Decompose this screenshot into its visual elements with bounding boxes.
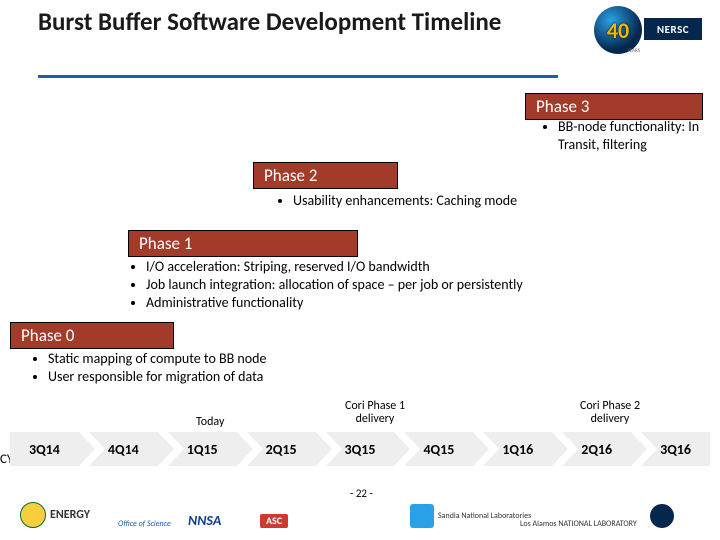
list-item: I/O acceleration: Striping, reserved I/O… [146, 258, 688, 276]
phase0-box: Phase 0 [10, 322, 174, 349]
quarter-chevron: 1Q15 [168, 432, 237, 466]
logo-sandia: Sandia National Laboratories [410, 504, 531, 528]
logo-asc: ASC [260, 514, 288, 528]
phase2-box: Phase 2 [253, 162, 398, 189]
quarter-chevron: 3Q16 [641, 432, 710, 466]
label-cori1: Cori Phase 1 delivery [340, 400, 410, 426]
phase2-bullets: Usability enhancements: Caching mode [275, 192, 705, 210]
list-item: Job launch integration: allocation of sp… [146, 276, 688, 294]
list-item: Usability enhancements: Caching mode [293, 192, 705, 210]
quarter-chevron: 3Q15 [326, 432, 395, 466]
quarter-chevron: 1Q16 [483, 432, 552, 466]
logo-doe: ENERGY [20, 502, 90, 528]
phase1-box: Phase 1 [128, 230, 358, 257]
title-underline [38, 75, 558, 78]
phase3-box: Phase 3 [525, 93, 703, 120]
list-item: User responsible for migration of data [48, 368, 460, 386]
footer: - 22 - ENERGY Office of Science NNSA ASC… [0, 482, 720, 532]
slide: Burst Buffer Software Development Timeli… [0, 0, 720, 540]
quarter-chevron: 3Q14 [10, 432, 79, 466]
lab-icon [650, 504, 674, 528]
list-item: BB-node functionality: In Transit, filte… [558, 118, 710, 154]
label-cori2: Cori Phase 2 delivery [575, 400, 645, 426]
nersc-logo: NERSC [644, 18, 702, 40]
seal-icon [20, 502, 46, 528]
anniversary-text: YEARS [627, 48, 640, 54]
phase0-bullets: Static mapping of compute to BB node Use… [30, 350, 460, 386]
quarter-chevron: 4Q14 [89, 432, 158, 466]
timeline: 3Q14 4Q14 1Q15 2Q15 3Q15 4Q15 1Q16 2Q16 … [10, 432, 710, 466]
label-today: Today [196, 416, 224, 429]
quarter-chevron: 2Q15 [247, 432, 316, 466]
logo-lanl: Los Alamos NATIONAL LABORATORY [520, 520, 637, 528]
phase3-bullets: BB-node functionality: In Transit, filte… [540, 118, 710, 154]
quarter-chevron: 4Q15 [404, 432, 473, 466]
list-item: Static mapping of compute to BB node [48, 350, 460, 368]
page-number: - 22 - [350, 487, 373, 500]
page-title: Burst Buffer Software Development Timeli… [38, 8, 501, 37]
anniversary-number: 40 [607, 17, 629, 44]
list-item: Administrative functionality [146, 294, 688, 312]
logo-office-science: Office of Science [118, 520, 171, 528]
anniversary-badge: 40 [594, 6, 642, 54]
phase1-bullets: I/O acceleration: Striping, reserved I/O… [128, 258, 688, 313]
quarter-chevron: 2Q16 [562, 432, 631, 466]
logo-lbnl [650, 504, 674, 528]
thunderbird-icon [410, 504, 434, 528]
logo-nnsa: NNSA [188, 514, 221, 528]
